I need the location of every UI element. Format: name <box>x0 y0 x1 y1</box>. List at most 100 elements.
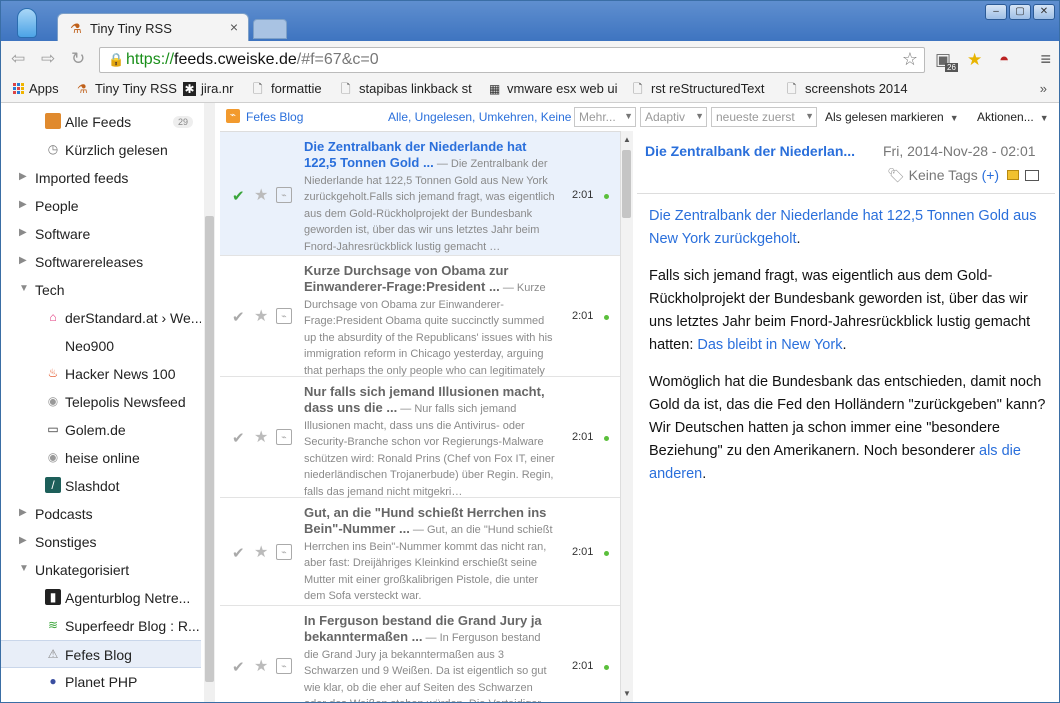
article-title[interactable]: In Ferguson bestand die Grand Jury ja be… <box>304 613 556 702</box>
maximize-button[interactable]: ▢ <box>1009 4 1031 20</box>
article-row[interactable]: ✔ ★ ⌁ Kurze Durchsage von Obama zur Einw… <box>220 256 620 393</box>
feed-heise[interactable]: ◉ heise online <box>1 444 201 472</box>
bookmark-tiny-tiny-rss[interactable]: ⚗ Tiny Tiny RSS <box>77 81 177 96</box>
star-icon[interactable]: ★ <box>254 306 268 326</box>
add-tag-link[interactable]: (+) <box>982 167 1000 183</box>
browser-profile-icon[interactable] <box>17 8 37 38</box>
bookmark-formattie[interactable]: 🗋 formattie <box>253 81 322 96</box>
article-row[interactable]: ✔ ★ ⌁ Die Zentralbank der Niederlande ha… <box>220 132 620 256</box>
headlines-scrollbar-thumb[interactable] <box>622 150 631 218</box>
checkmark-icon[interactable]: ✔ <box>232 429 245 447</box>
star-icon[interactable]: ★ <box>254 542 268 562</box>
selection-filters[interactable]: Alle, Ungelesen, Umkehren, Keine <box>388 110 571 124</box>
feed-golem[interactable]: ▭ Golem.de <box>1 416 201 444</box>
category-people[interactable]: ▶ People <box>1 192 201 220</box>
article-header-title[interactable]: Die Zentralbank der Niederlan... <box>645 143 877 159</box>
bookmark-stapibas[interactable]: 🗋 stapibas linkback st <box>341 81 472 96</box>
forward-icon[interactable]: ⇨ <box>41 49 55 69</box>
category-podcasts[interactable]: ▶ Podcasts <box>1 500 201 528</box>
expand-arrow-icon[interactable]: ▶ <box>19 535 27 546</box>
article-title[interactable]: Nur falls sich jemand Illusionen macht, … <box>304 384 556 499</box>
bookmark-star-icon[interactable]: ☆ <box>902 49 918 70</box>
expand-arrow-icon[interactable]: ▶ <box>19 255 27 266</box>
star-icon[interactable]: ★ <box>254 656 268 676</box>
address-bar[interactable]: 🔒 https://feeds.cweiske.de/#f=67&c=0 ☆ <box>99 47 925 73</box>
feed-telepolis[interactable]: ◉ Telepolis Newsfeed <box>1 388 201 416</box>
expand-arrow-icon[interactable]: ▶ <box>19 227 27 238</box>
minimize-button[interactable]: – <box>985 4 1007 20</box>
feed-fefes-blog[interactable]: ⚠ Fefes Blog <box>1 640 201 668</box>
chrome-menu-icon[interactable]: ≡ <box>1040 49 1051 70</box>
feed-planet-php[interactable]: ● Planet PHP <box>1 668 201 696</box>
category-unkategorisiert[interactable]: ▼ Unkategorisiert <box>1 556 201 584</box>
article-title[interactable]: Gut, an die "Hund schießt Herrchen ins B… <box>304 505 556 604</box>
article-title[interactable]: Die Zentralbank der Niederlande hat 122,… <box>304 139 556 254</box>
scroll-up-icon[interactable]: ▲ <box>623 135 631 144</box>
bookmark-rst[interactable]: 🗋 rst reStructuredText <box>633 81 764 96</box>
extension-star-icon[interactable]: ★ <box>967 50 982 70</box>
new-tab-button[interactable] <box>253 19 287 39</box>
feed-slashdot[interactable]: / Slashdot <box>1 472 201 500</box>
star-icon[interactable]: ★ <box>254 185 268 205</box>
bookmark-screenshots[interactable]: 🗋 screenshots 2014 <box>787 81 908 96</box>
expand-arrow-icon[interactable]: ▶ <box>19 171 27 182</box>
feed-derstandard[interactable]: ⌂ derStandard.at › We... <box>1 304 201 332</box>
back-icon[interactable]: ⇦ <box>11 49 25 69</box>
publish-icon[interactable]: ⌁ <box>276 429 292 445</box>
expand-arrow-icon[interactable]: ▶ <box>19 199 27 210</box>
tab-tiny-tiny-rss[interactable]: ⚗ Tiny Tiny RSS × <box>57 13 249 43</box>
actions-menu[interactable]: Aktionen... ▼ <box>977 110 1049 124</box>
more-select[interactable]: Mehr... ▼ <box>574 107 636 127</box>
collapse-arrow-icon[interactable]: ▼ <box>19 283 29 294</box>
article-link[interactable]: Die Zentralbank der Niederlande hat 122,… <box>649 208 1036 247</box>
expand-arrow-icon[interactable]: ▶ <box>19 507 27 518</box>
publish-icon[interactable]: ⌁ <box>276 187 292 203</box>
category-softwarereleases[interactable]: ▶ Softwarereleases <box>1 248 201 276</box>
article-row[interactable]: ✔ ★ ⌁ Nur falls sich jemand Illusionen m… <box>220 377 620 498</box>
bookmarks-overflow-icon[interactable]: » <box>1040 81 1047 96</box>
star-icon[interactable]: ★ <box>254 427 268 447</box>
checkmark-icon[interactable]: ✔ <box>232 308 245 326</box>
fefe-icon: ⚠ <box>47 647 59 661</box>
category-sonstiges[interactable]: ▶ Sonstiges <box>1 528 201 556</box>
extension-mask-icon[interactable]: ◓ <box>999 50 1009 70</box>
bookmark-jira[interactable]: ✱ jira.nr <box>183 81 234 96</box>
close-window-button[interactable]: ✕ <box>1033 4 1055 20</box>
publish-icon[interactable]: ⌁ <box>276 308 292 324</box>
publish-icon[interactable]: ⌁ <box>276 658 292 674</box>
feed-tree-scrollbar-thumb[interactable] <box>205 216 214 682</box>
rss-feed-icon: ⌁ <box>226 109 240 123</box>
order-select[interactable]: neueste zuerst ▼ <box>711 107 817 127</box>
feed-title-link[interactable]: Fefes Blog <box>246 110 303 124</box>
feed-recently-read[interactable]: ◷ Kürzlich gelesen <box>1 136 201 164</box>
feed-all-feeds[interactable]: Alle Feeds 29 <box>1 108 201 136</box>
article-link[interactable]: Das bleibt in New York <box>697 337 842 353</box>
category-software[interactable]: ▶ Software <box>1 220 201 248</box>
checkmark-icon[interactable]: ✔ <box>232 187 245 205</box>
tags-label: Keine Tags <box>908 167 978 183</box>
publish-icon[interactable]: ⌁ <box>276 544 292 560</box>
checkmark-icon[interactable]: ✔ <box>232 544 245 562</box>
reload-icon[interactable]: ↻ <box>71 49 85 69</box>
category-label: Imported feeds <box>35 170 129 186</box>
feed-agenturblog[interactable]: ▮ Agenturblog Netre... <box>1 584 201 612</box>
url-scheme: https:// <box>126 51 175 68</box>
article-title[interactable]: Kurze Durchsage von Obama zur Einwandere… <box>304 263 556 395</box>
article-row[interactable]: ✔ ★ ⌁ Gut, an die "Hund schießt Herrchen… <box>220 498 620 606</box>
bookmark-apps[interactable]: Apps <box>13 81 59 96</box>
collapse-arrow-icon[interactable]: ▼ <box>19 563 29 574</box>
mark-as-read-menu[interactable]: Als gelesen markieren ▼ <box>825 110 959 124</box>
tab-close-icon[interactable]: × <box>230 19 238 35</box>
feed-neo900[interactable]: Neo900 <box>1 332 201 360</box>
article-row[interactable]: ✔ ★ ⌁ In Ferguson bestand die Grand Jury… <box>220 606 620 702</box>
view-mode-select[interactable]: Adaptiv ▼ <box>640 107 707 127</box>
feed-superfeedr[interactable]: ≋ Superfeedr Blog : R... <box>1 612 201 640</box>
category-imported-feeds[interactable]: ▶ Imported feeds <box>1 164 201 192</box>
bookmark-vmware[interactable]: ▦ vmware esx web ui <box>489 81 618 96</box>
feed-hacker-news[interactable]: ♨ Hacker News 100 <box>1 360 201 388</box>
scroll-down-icon[interactable]: ▼ <box>623 689 631 698</box>
email-icon[interactable] <box>1024 170 1039 181</box>
note-icon[interactable] <box>1006 170 1019 180</box>
checkmark-icon[interactable]: ✔ <box>232 658 245 676</box>
category-tech[interactable]: ▼ Tech <box>1 276 201 304</box>
